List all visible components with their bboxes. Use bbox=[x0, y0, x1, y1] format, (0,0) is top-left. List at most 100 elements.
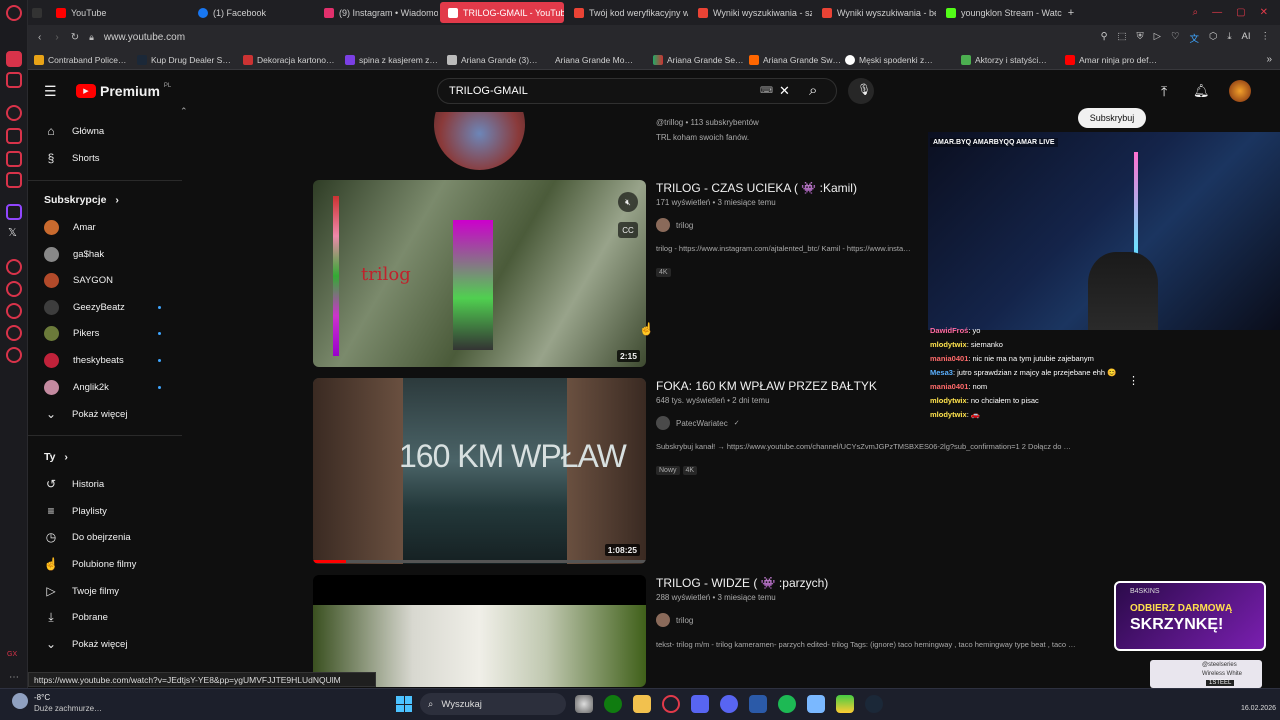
opera-gx-icon[interactable] bbox=[662, 695, 680, 713]
twitch-icon[interactable] bbox=[6, 204, 22, 220]
back-icon[interactable]: ‹ bbox=[38, 32, 41, 43]
tab-search-1[interactable]: Wyniki wyszukiwania - sz… bbox=[690, 2, 812, 23]
show-more-button[interactable]: ⌄ Pokaż więcej bbox=[44, 637, 127, 651]
bookmark-item[interactable]: Kup Drug Dealer S… bbox=[131, 54, 237, 65]
heart-icon[interactable]: ♡ bbox=[1171, 31, 1180, 45]
bag-icon[interactable] bbox=[6, 128, 22, 144]
x-twitter-icon[interactable]: 𝕏 bbox=[8, 226, 17, 239]
sidebar-item-subscription[interactable]: Pikers bbox=[44, 326, 99, 341]
sidebar-item-subscription[interactable]: GeezyBeatz bbox=[44, 300, 125, 315]
video-channel[interactable]: trilog bbox=[656, 218, 693, 232]
shield-icon[interactable]: ⛨ bbox=[1137, 31, 1144, 45]
sidebar-item-your-videos[interactable]: ▷ Twoje filmy bbox=[44, 584, 119, 598]
opera-icon[interactable] bbox=[749, 695, 767, 713]
tab-instagram[interactable]: (9) Instagram • Wiadomo… bbox=[316, 2, 438, 23]
video-thumbnail[interactable]: trilog 🔇︎ CC 2:15 bbox=[313, 180, 646, 367]
search-tabs-icon[interactable]: ⌕ bbox=[1193, 7, 1199, 18]
sidebar-item-subscription[interactable]: Amar bbox=[44, 220, 96, 235]
gx-icon[interactable]: GX bbox=[7, 651, 17, 658]
bookmark-item[interactable]: Contraband Police… bbox=[28, 54, 131, 65]
chrome-icon[interactable] bbox=[575, 695, 593, 713]
notifications-icon[interactable]: 🔔︎ bbox=[1193, 83, 1210, 99]
video-thumbnail[interactable] bbox=[313, 575, 646, 687]
search-button[interactable]: ⌕ bbox=[796, 78, 836, 104]
sidebar-item-watch-later[interactable]: ◷ Do obejrzenia bbox=[44, 530, 131, 544]
bookmark-item[interactable]: spina z kasjerem z… bbox=[339, 54, 441, 65]
translate-icon[interactable]: 文 bbox=[1190, 31, 1200, 45]
video-title[interactable]: FOKA: 160 KM WPŁAW PRZEZ BAŁTYK bbox=[656, 379, 877, 393]
discord-icon[interactable] bbox=[720, 695, 738, 713]
subscribe-button[interactable]: Subskrybuj bbox=[1078, 108, 1146, 128]
download-icon[interactable]: ⤓ bbox=[1227, 31, 1231, 45]
video-title[interactable]: TRILOG - WIDZE ( 👾 :parzych) bbox=[656, 576, 828, 590]
search-input[interactable]: TRILOG-GMAIL ⌨ ✕ bbox=[437, 78, 837, 104]
minimize-icon[interactable]: — bbox=[1212, 7, 1222, 18]
taskbar-search[interactable]: ⌕ Wyszukaj bbox=[420, 693, 566, 715]
video-title[interactable]: TRILOG - CZAS UCIEKA ( 👾 :Kamil) bbox=[656, 181, 857, 195]
more-bookmarks-icon[interactable]: » bbox=[1266, 54, 1272, 65]
tab-grid-icon[interactable] bbox=[32, 7, 42, 18]
file-explorer-icon[interactable] bbox=[633, 695, 651, 713]
youtube-premium-logo[interactable]: ▶ Premium PL bbox=[76, 83, 171, 99]
scroll-up-icon[interactable]: ⌃ bbox=[180, 106, 188, 117]
you-heading[interactable]: Ty › bbox=[44, 451, 68, 463]
download-rail-icon[interactable] bbox=[6, 325, 22, 341]
extensions-icon[interactable]: ⬡ bbox=[1209, 31, 1217, 45]
sidebar-item-downloads[interactable]: ⤓ Pobrane bbox=[44, 610, 108, 624]
add-icon[interactable] bbox=[6, 259, 22, 275]
video-thumbnail[interactable]: 160 KM WPŁAW 1:08:25 bbox=[313, 378, 646, 564]
voice-search-button[interactable]: 🎙︎ bbox=[848, 78, 874, 104]
new-tab-icon[interactable]: + bbox=[1064, 7, 1078, 19]
bookmark-item[interactable]: Aktorzy i statyści… bbox=[955, 54, 1059, 65]
subscriptions-heading[interactable]: Subskrypcje › bbox=[44, 194, 119, 206]
notepad-icon[interactable] bbox=[807, 695, 825, 713]
bookmark-item[interactable]: Ariana Grande Mo… bbox=[549, 55, 647, 65]
home-shortcut-icon[interactable] bbox=[6, 51, 22, 67]
more-options-icon[interactable]: ⋮ bbox=[1128, 374, 1139, 387]
sidebar-item-subscription[interactable]: ga$hak bbox=[44, 247, 104, 262]
bookmark-item[interactable]: Ariana Grande Sw… bbox=[743, 54, 841, 65]
player-icon[interactable] bbox=[6, 172, 22, 188]
workspace-icon[interactable] bbox=[6, 72, 22, 88]
mail-icon[interactable] bbox=[6, 151, 22, 167]
sidebar-item-subscription[interactable]: theskybeats bbox=[44, 353, 124, 368]
hamburger-menu-icon[interactable]: ☰ bbox=[44, 84, 60, 98]
mute-icon[interactable]: 🔇︎ bbox=[618, 192, 638, 212]
url-field[interactable]: www.youtube.com bbox=[104, 32, 185, 43]
sidebar-item-subscription[interactable]: Anglik2k bbox=[44, 380, 109, 395]
tab-kick-stream[interactable]: youngklon Stream - Watch… bbox=[938, 2, 1062, 23]
upload-icon[interactable]: ⤒ bbox=[1161, 83, 1167, 100]
bookmark-item[interactable]: Amar ninja pro def… bbox=[1059, 54, 1163, 65]
sidebar-item-playlists[interactable]: ≡ Playlisty bbox=[44, 504, 106, 518]
bookmark-item[interactable]: Dekoracja kartono… bbox=[237, 54, 339, 65]
show-more-button[interactable]: ⌄ Pokaż więcej bbox=[44, 407, 127, 421]
tab-youtube[interactable]: YouTube bbox=[48, 2, 188, 23]
tab-gmail-code[interactable]: Twój kod weryfikacyjny w… bbox=[566, 2, 688, 23]
video-channel[interactable]: PatecWariatec ✓ bbox=[656, 416, 740, 430]
reload-icon[interactable]: ↻ bbox=[71, 32, 79, 43]
close-window-icon[interactable]: ✕ bbox=[1260, 7, 1268, 18]
channel-avatar-large[interactable] bbox=[434, 112, 525, 170]
maximize-icon[interactable]: ▢ bbox=[1236, 7, 1245, 18]
tab-facebook[interactable]: (1) Facebook bbox=[190, 2, 314, 23]
sidebar-item-subscription[interactable]: SAYGON bbox=[44, 273, 113, 288]
captions-icon[interactable]: CC bbox=[618, 222, 638, 238]
steam-icon[interactable] bbox=[865, 695, 883, 713]
bookmark-item[interactable]: Męski spodenki z… bbox=[839, 54, 955, 65]
weather-icon[interactable] bbox=[12, 693, 28, 709]
windows-start-icon[interactable] bbox=[396, 696, 412, 712]
bookmark-icon[interactable] bbox=[6, 303, 22, 319]
video-channel[interactable]: trilog bbox=[656, 613, 693, 627]
history-shortcut-icon[interactable] bbox=[6, 105, 22, 121]
spotify-icon[interactable] bbox=[778, 695, 796, 713]
bookmark-item[interactable]: Ariana Grande Se… bbox=[647, 54, 744, 65]
avatar[interactable] bbox=[1229, 80, 1251, 102]
clear-search-icon[interactable]: ✕ bbox=[779, 83, 790, 99]
vpn-icon[interactable] bbox=[836, 695, 854, 713]
sidebar-item-liked[interactable]: ☝ Polubione filmy bbox=[44, 557, 137, 571]
snapshot-icon[interactable]: ⬚ bbox=[1118, 31, 1127, 45]
keyboard-icon[interactable]: ⌨ bbox=[760, 85, 773, 96]
xbox-icon[interactable] bbox=[604, 695, 622, 713]
forward-icon[interactable]: › bbox=[55, 32, 58, 43]
sidebar-item-shorts[interactable]: § Shorts bbox=[44, 151, 100, 165]
